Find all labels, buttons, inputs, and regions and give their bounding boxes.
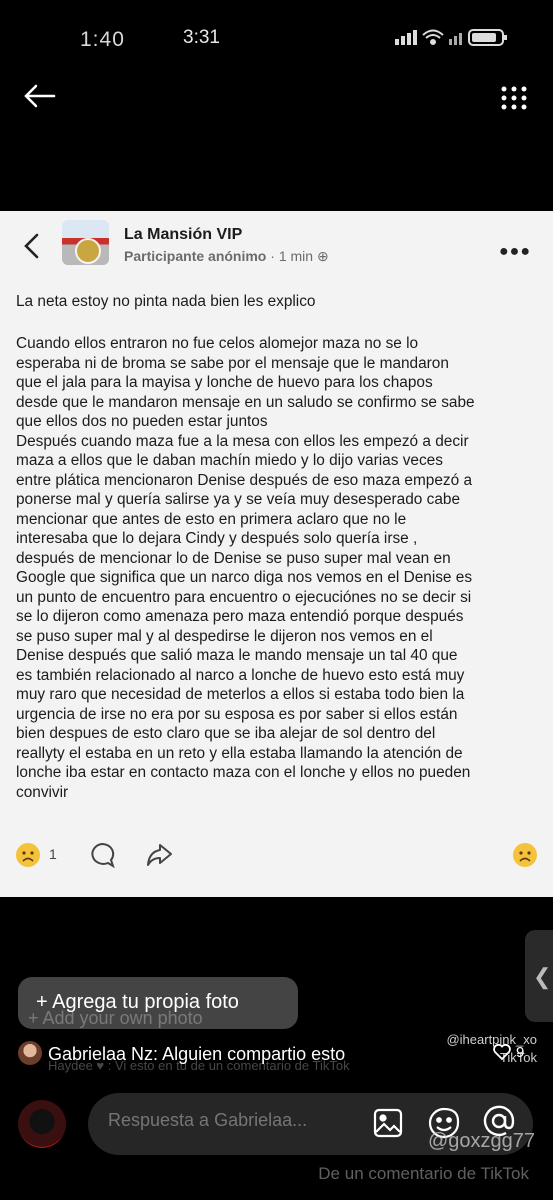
comment-user: Gabrielaa Nz: [48, 1044, 159, 1064]
post-line: urgencia de irse no era por su esposa es… [16, 705, 458, 723]
post-line: ponerse mal y quería salirse ya y se veí… [16, 491, 460, 508]
photo-icon[interactable] [372, 1107, 404, 1139]
post-line: se lo dijeron como amenaza pero maza ent… [16, 608, 464, 625]
chevron-left-icon[interactable] [22, 233, 42, 259]
reaction-count: 1 [49, 846, 57, 862]
post-line: entre plática mencionaron Denise después… [16, 471, 473, 489]
post-line: es también relacionado al narco a lonche… [16, 666, 465, 684]
anonymous-icon [75, 238, 101, 264]
sad-reaction-icon[interactable] [16, 843, 40, 867]
post-line: Después cuando maza fue a la mesa con el… [16, 432, 469, 450]
post-line: bien despues de esto claro que se iba al… [16, 725, 436, 742]
dot-separator: · [270, 248, 279, 264]
like-count: 9 [516, 1044, 525, 1061]
sad-reaction-icon-right[interactable] [513, 843, 537, 867]
post-line: maza a ellos que le daban machín miedo y… [16, 452, 443, 469]
comment-text: Gabrielaa Nz: Alguien compartio esto [48, 1044, 345, 1065]
user-avatar[interactable] [18, 1100, 66, 1148]
post-body: Cuando ellos entraron no fue celos alome… [16, 334, 536, 802]
chevron-left-icon: ❮ [533, 964, 552, 989]
status-time-overlay: 1:40 [80, 28, 125, 51]
post-line: mencionar que antes de esto en primera a… [16, 510, 407, 528]
post-line: después de mencionar lo de Denise se pus… [16, 549, 451, 567]
post-author: Participante anónimo [124, 248, 267, 264]
group-avatar[interactable] [62, 220, 109, 265]
wifi-icon [422, 29, 444, 45]
status-time: 3:31 [183, 27, 220, 48]
back-arrow-icon[interactable] [22, 78, 58, 114]
post-line: se puso super mal y al despedirse le dij… [16, 627, 433, 645]
post-line: desde que le mandaron mensaje en un salu… [16, 393, 475, 411]
post-line: que ellos dos no pueden estar juntos [16, 413, 268, 430]
post-line: que el jala para la mayisa y lonche de h… [16, 374, 433, 391]
post-meta: Participante anónimo · 1 min ⊕ [124, 248, 329, 265]
post-line: un punto de encuentro para encuentro o e… [16, 588, 472, 606]
post-line: esperaba ni de broma se sabe por el mens… [16, 354, 449, 372]
signal-icon [395, 30, 417, 45]
comment-body: Alguien compartio esto [162, 1044, 346, 1064]
comment-icon[interactable] [88, 841, 116, 869]
commenter-avatar[interactable] [18, 1041, 42, 1065]
reply-input[interactable] [108, 1110, 358, 1131]
status-icons [395, 27, 515, 52]
globe-icon: ⊕ [316, 248, 329, 264]
post-line: lonche iba estar en contacto maza con el… [16, 764, 471, 781]
share-icon[interactable] [145, 841, 173, 869]
post-line: Denise después que salió maza le mando m… [16, 647, 458, 664]
post-line: Cuando ellos entraron no fue celos alome… [16, 335, 419, 352]
post-line: Google que significa que un narco diga n… [16, 569, 473, 586]
group-name[interactable]: La Mansión VIP [124, 226, 242, 244]
battery-icon [468, 29, 507, 46]
post-line: muy raro que necesidad de meterlos a ell… [16, 686, 465, 703]
watermark-user: @goxzgg77 [427, 1130, 535, 1152]
signal-icon-2 [449, 33, 462, 45]
post-time: 1 min [278, 248, 314, 264]
heart-icon[interactable] [492, 1042, 512, 1062]
post-line: interesaba que lo dejara Cindy y después… [16, 530, 418, 547]
post-more-icon[interactable]: ●●● [499, 243, 531, 261]
post-title: La neta estoy no pinta nada bien les exp… [16, 293, 316, 310]
add-photo-label[interactable]: + Agrega tu propia foto [36, 991, 239, 1014]
side-panel-tab[interactable]: ❮ [525, 930, 553, 1022]
watermark-source: De un comentario de TikTok [318, 1164, 529, 1183]
post-line: convivir [16, 783, 69, 801]
post-line: reallyty el estaba en un reto y ella est… [16, 744, 463, 762]
more-options-icon[interactable] [499, 85, 529, 115]
